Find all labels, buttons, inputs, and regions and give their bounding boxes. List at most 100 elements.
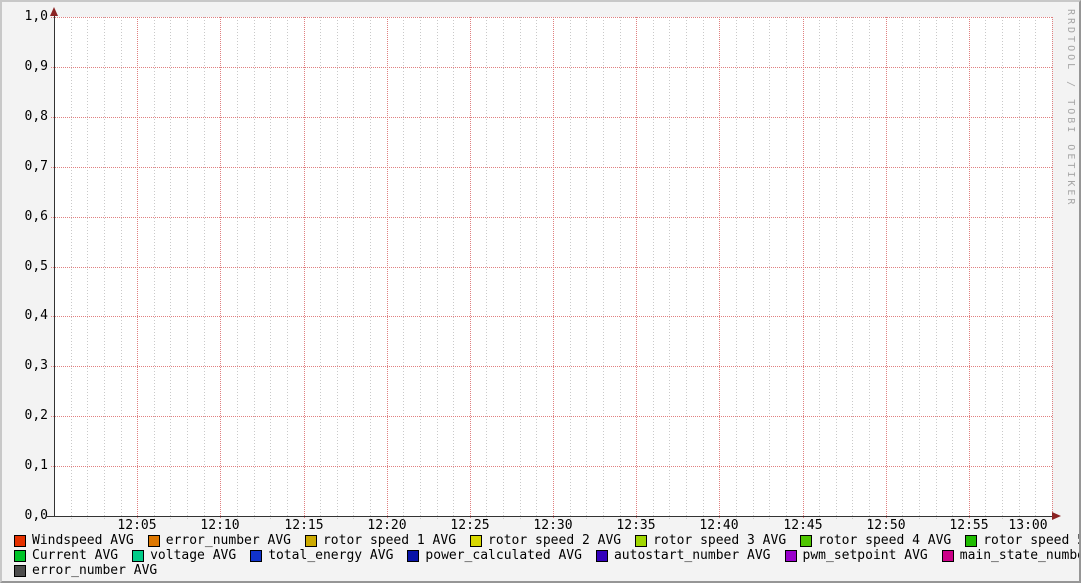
x-axis-label: 12:35	[606, 519, 666, 533]
grid-line-vertical-minor	[936, 17, 937, 519]
grid-line-vertical-minor	[104, 17, 105, 519]
legend-label: autostart_number AVG	[614, 549, 771, 563]
grid-line-vertical-minor	[686, 17, 687, 519]
y-axis-label: 0,4	[2, 309, 48, 323]
grid-line-vertical-major	[220, 17, 221, 519]
grid-line-vertical-minor	[536, 17, 537, 519]
legend-row: error_number AVG	[14, 564, 171, 578]
x-axis-arrow-icon	[1052, 512, 1061, 520]
grid-line-vertical-minor	[486, 17, 487, 519]
grid-line-vertical-major	[803, 17, 804, 519]
grid-line-vertical-minor	[287, 17, 288, 519]
grid-line-horizontal-major	[51, 167, 1052, 168]
grid-line-vertical-minor	[187, 17, 188, 519]
legend-label: Current AVG	[32, 549, 118, 563]
legend-label: rotor speed 2 AVG	[488, 534, 621, 548]
grid-line-vertical-minor	[270, 17, 271, 519]
grid-line-horizontal-major	[51, 67, 1052, 68]
grid-line-vertical-major	[137, 17, 138, 519]
grid-line-vertical-minor	[353, 17, 354, 519]
grid-line-vertical-minor	[154, 17, 155, 519]
grid-line-vertical-minor	[570, 17, 571, 519]
legend-swatch	[785, 550, 797, 562]
legend-label: rotor speed 3 AVG	[653, 534, 786, 548]
legend-swatch	[14, 565, 26, 577]
x-axis-label: 12:20	[357, 519, 417, 533]
grid-line-vertical-minor	[952, 17, 953, 519]
y-axis-label: 0,1	[2, 459, 48, 473]
y-axis-label: 1,0	[2, 10, 48, 24]
legend-item: pwm_setpoint AVG	[785, 549, 928, 563]
grid-line-vertical-major	[304, 17, 305, 519]
legend-swatch	[132, 550, 144, 562]
legend-swatch	[470, 535, 482, 547]
legend-item: rotor speed 1 AVG	[305, 534, 456, 548]
x-axis-label: 12:40	[689, 519, 749, 533]
x-axis-label: 12:55	[939, 519, 999, 533]
grid-line-horizontal-major	[51, 316, 1052, 317]
grid-line-vertical-minor	[836, 17, 837, 519]
y-axis-label: 0,3	[2, 359, 48, 373]
grid-line-vertical-minor	[420, 17, 421, 519]
legend-label: error_number AVG	[32, 564, 157, 578]
legend-item: total_energy AVG	[250, 549, 393, 563]
legend-item: Current AVG	[14, 549, 118, 563]
legend-label: rotor speed 1 AVG	[323, 534, 456, 548]
grid-line-vertical-minor	[237, 17, 238, 519]
grid-line-vertical-minor	[1019, 17, 1020, 519]
grid-line-vertical-minor	[786, 17, 787, 519]
grid-line-vertical-minor	[71, 17, 72, 519]
watermark: RRDTOOL / TOBI OETIKER	[1065, 9, 1076, 207]
grid-line-vertical-minor	[985, 17, 986, 519]
rrdtool-graph: RRDTOOL / TOBI OETIKER 12:0512:1012:1512…	[0, 0, 1081, 583]
grid-line-horizontal-major	[51, 17, 1052, 18]
grid-line-vertical-minor	[919, 17, 920, 519]
y-axis-label: 0,6	[2, 210, 48, 224]
legend-swatch	[965, 535, 977, 547]
legend-swatch	[635, 535, 647, 547]
x-axis-line	[47, 516, 1053, 517]
legend-label: pwm_setpoint AVG	[803, 549, 928, 563]
x-axis-label: 12:45	[773, 519, 833, 533]
grid-line-vertical-major	[1052, 17, 1053, 519]
grid-line-horizontal-major	[51, 217, 1052, 218]
legend-item: error_number AVG	[148, 534, 291, 548]
grid-line-vertical-minor	[170, 17, 171, 519]
legend-item: error_number AVG	[14, 564, 157, 578]
x-axis-label: 12:30	[523, 519, 583, 533]
legend-row: Current AVGvoltage AVGtotal_energy AVGpo…	[14, 549, 1081, 563]
legend-item: autostart_number AVG	[596, 549, 771, 563]
x-axis-label: 12:10	[190, 519, 250, 533]
grid-line-vertical-minor	[337, 17, 338, 519]
grid-line-vertical-minor	[753, 17, 754, 519]
grid-line-horizontal-major	[51, 267, 1052, 268]
y-axis-label: 0,7	[2, 160, 48, 174]
legend-swatch	[250, 550, 262, 562]
x-axis-label: 12:50	[856, 519, 916, 533]
grid-line-vertical-major	[553, 17, 554, 519]
legend-swatch	[942, 550, 954, 562]
grid-line-vertical-minor	[503, 17, 504, 519]
y-axis-label: 0,8	[2, 110, 48, 124]
legend-swatch	[407, 550, 419, 562]
grid-line-vertical-major	[470, 17, 471, 519]
y-axis-label: 0,5	[2, 260, 48, 274]
grid-line-vertical-minor	[669, 17, 670, 519]
grid-line-vertical-minor	[869, 17, 870, 519]
legend-swatch	[14, 535, 26, 547]
legend-swatch	[800, 535, 812, 547]
grid-line-vertical-minor	[902, 17, 903, 519]
grid-line-vertical-minor	[620, 17, 621, 519]
y-axis-label: 0,9	[2, 60, 48, 74]
legend-label: total_energy AVG	[268, 549, 393, 563]
grid-line-horizontal-major	[51, 366, 1052, 367]
grid-line-vertical-minor	[603, 17, 604, 519]
legend-swatch	[148, 535, 160, 547]
grid-line-vertical-minor	[819, 17, 820, 519]
y-axis-label: 0,2	[2, 409, 48, 423]
grid-line-vertical-minor	[1002, 17, 1003, 519]
grid-line-vertical-minor	[769, 17, 770, 519]
y-axis-arrow-icon	[50, 7, 58, 16]
grid-line-vertical-minor	[586, 17, 587, 519]
x-axis-label: 12:05	[107, 519, 167, 533]
